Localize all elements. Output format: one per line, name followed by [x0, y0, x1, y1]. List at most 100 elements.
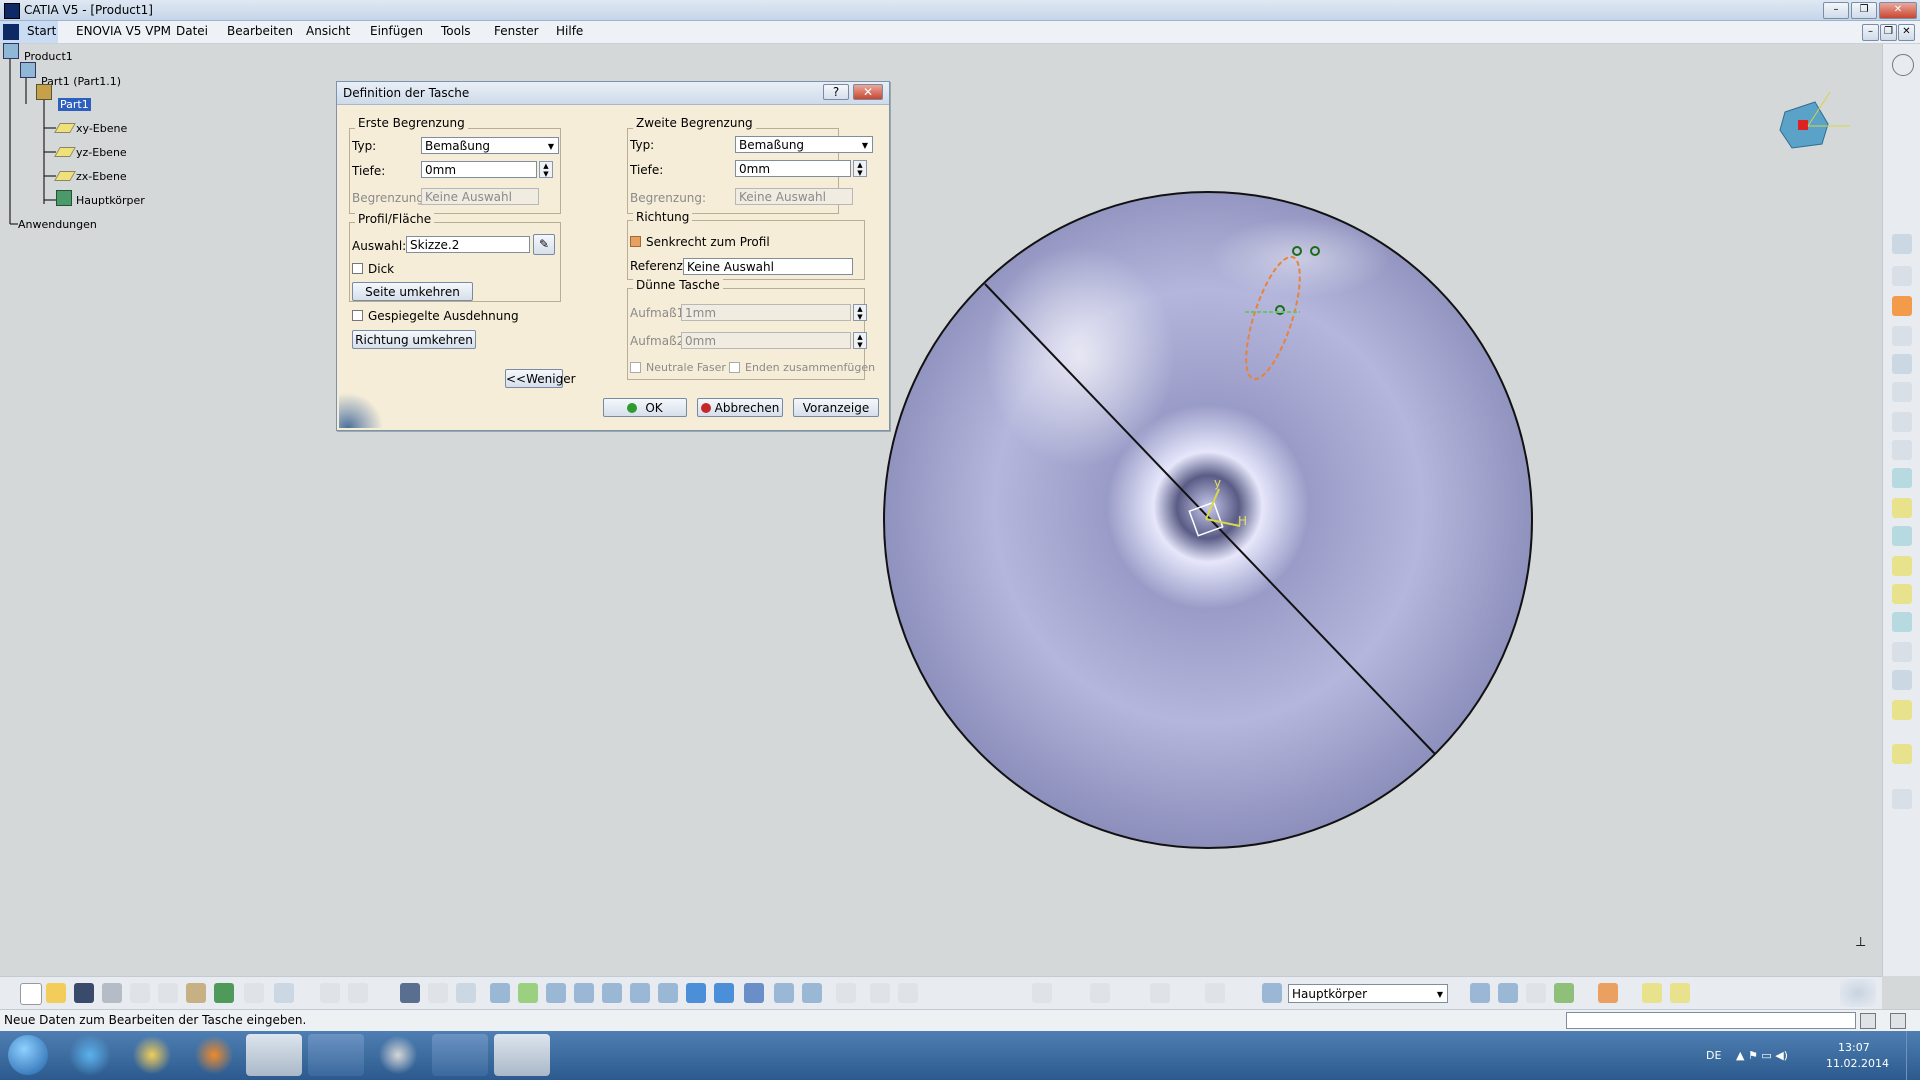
sketcher-icon[interactable] — [836, 983, 856, 1003]
language-indicator[interactable]: DE — [1706, 1049, 1721, 1062]
g-app-icon[interactable] — [246, 1034, 302, 1076]
pan-icon[interactable] — [546, 983, 566, 1003]
copy-icon[interactable] — [158, 983, 178, 1003]
menu-ansicht[interactable]: Ansicht — [306, 24, 350, 38]
catia-taskbar-icon[interactable] — [494, 1034, 550, 1076]
zoom-out-icon[interactable] — [630, 983, 650, 1003]
thickness2-input[interactable]: 0mm — [681, 332, 851, 349]
constraint-tool-icon[interactable] — [1892, 789, 1912, 809]
body-select[interactable]: Hauptkörper ▼ — [1288, 984, 1448, 1003]
translate-icon[interactable] — [1642, 983, 1662, 1003]
hide-show-icon[interactable] — [774, 983, 794, 1003]
analysis-icon[interactable] — [898, 983, 918, 1003]
first-limit-ref-input[interactable]: Keine Auswahl — [421, 188, 539, 205]
open-file-icon[interactable] — [46, 983, 66, 1003]
tree-item-part-instance[interactable]: Part1 (Part1.1) — [41, 75, 121, 88]
tree-item-plane-xy[interactable]: xy-Ebene — [76, 122, 127, 135]
second-limit-ref-input[interactable]: Keine Auswahl — [735, 188, 853, 205]
intersect-icon[interactable] — [1554, 983, 1574, 1003]
reverse-direction-button[interactable]: Richtung umkehren — [352, 330, 476, 349]
boolean-icon[interactable] — [1470, 983, 1490, 1003]
doc-close-button[interactable]: ✕ — [1898, 24, 1915, 41]
save-icon[interactable] — [74, 983, 94, 1003]
reverse-side-button[interactable]: Seite umkehren — [352, 282, 473, 301]
assemble-icon[interactable] — [1498, 983, 1518, 1003]
tree-item-part[interactable]: Part1 — [58, 98, 91, 111]
pad-tool-icon[interactable] — [1892, 266, 1912, 286]
thickness1-input[interactable]: 1mm — [681, 304, 851, 321]
gear-icon[interactable] — [1892, 54, 1914, 76]
shading-icon[interactable] — [744, 983, 764, 1003]
chamfer-tool-icon[interactable] — [1892, 556, 1912, 576]
zoom-in-icon[interactable] — [602, 983, 622, 1003]
draft-tool-icon[interactable] — [1892, 584, 1912, 604]
menu-datei[interactable]: Datei — [176, 24, 208, 38]
compass-icon[interactable] — [1779, 91, 1850, 149]
axis-system-icon[interactable] — [1150, 983, 1170, 1003]
tree-item-plane-zx[interactable]: zx-Ebene — [76, 170, 127, 183]
mirror-icon[interactable] — [1670, 983, 1690, 1003]
maximize-button[interactable]: ❐ — [1851, 2, 1877, 19]
close-button[interactable]: ✕ — [1879, 2, 1917, 19]
menu-bearbeiten[interactable]: Bearbeiten — [227, 24, 293, 38]
fit-all-icon[interactable] — [518, 983, 538, 1003]
thick-checkbox[interactable] — [352, 263, 363, 274]
reference-input[interactable]: Keine Auswahl — [683, 258, 853, 275]
menu-hilfe[interactable]: Hilfe — [556, 24, 583, 38]
first-type-select[interactable]: Bemaßung ▼ — [421, 137, 559, 154]
menu-tools[interactable]: Tools — [441, 24, 471, 38]
sketch-edit-button[interactable]: ✎ — [533, 234, 555, 255]
whats-this-icon[interactable] — [274, 983, 294, 1003]
cancel-button[interactable]: Abbrechen — [697, 398, 783, 417]
thickness-tool-icon[interactable] — [1892, 642, 1912, 662]
remove-icon[interactable] — [1526, 983, 1546, 1003]
first-depth-input[interactable]: 0mm — [421, 161, 537, 178]
merge-ends-checkbox[interactable] — [729, 362, 740, 373]
normal-to-profile-checkbox[interactable] — [630, 236, 641, 247]
doc-minimize-button[interactable]: – — [1862, 24, 1879, 41]
firefox-icon[interactable] — [308, 1034, 364, 1076]
command-input[interactable] — [1566, 1012, 1856, 1029]
first-depth-spinner[interactable]: ▲ ▼ — [539, 161, 553, 178]
thickness2-spinner[interactable]: ▲ ▼ — [853, 332, 867, 349]
constraint-icon[interactable] — [870, 983, 890, 1003]
sketch-tool-icon[interactable] — [1892, 234, 1912, 254]
second-type-select[interactable]: Bemaßung ▼ — [735, 136, 873, 153]
table-icon[interactable] — [400, 983, 420, 1003]
dialog-close-button[interactable]: ✕ — [853, 84, 883, 100]
show-desktop-button[interactable] — [1906, 1031, 1920, 1080]
preview-button[interactable]: Voranzeige — [793, 398, 879, 417]
hole-tool-icon[interactable] — [1892, 382, 1912, 402]
undo-icon[interactable] — [214, 983, 234, 1003]
body-icon[interactable] — [1262, 983, 1282, 1003]
dialog-help-button[interactable]: ? — [823, 84, 849, 100]
neutral-fiber-checkbox[interactable] — [630, 362, 641, 373]
multi-view-icon[interactable] — [686, 983, 706, 1003]
windows-start-button[interactable] — [8, 1035, 48, 1075]
redo-icon[interactable] — [244, 983, 264, 1003]
doc-restore-button[interactable]: ❐ — [1880, 24, 1897, 41]
media-player-icon[interactable] — [186, 1034, 242, 1076]
fly-mode-icon[interactable] — [490, 983, 510, 1003]
tree-item-plane-yz[interactable]: yz-Ebene — [76, 146, 127, 159]
tree-item-apps[interactable]: Anwendungen — [18, 218, 97, 231]
catalog-icon[interactable] — [428, 983, 448, 1003]
menu-einfuegen[interactable]: Einfügen — [370, 24, 423, 38]
thread-tool-icon[interactable] — [1892, 670, 1912, 690]
command-icon[interactable] — [1860, 1013, 1876, 1029]
second-depth-spinner[interactable]: ▲ ▼ — [853, 160, 867, 177]
profile-selection-input[interactable]: Skizze.2 — [406, 236, 530, 253]
tray-icons[interactable]: ▲ ⚑ ▭ ◀) — [1736, 1049, 1796, 1063]
fillet-tool-icon[interactable] — [1892, 526, 1912, 546]
paste-icon[interactable] — [186, 983, 206, 1003]
new-file-icon[interactable] — [20, 983, 42, 1005]
dvd-icon[interactable] — [370, 1034, 426, 1076]
explorer-folder-icon[interactable] — [124, 1034, 180, 1076]
control-panel-icon[interactable] — [432, 1034, 488, 1076]
tree-item-body[interactable]: Hauptkörper — [76, 194, 145, 207]
menu-enovia[interactable]: ENOVIA V5 VPM — [76, 24, 171, 38]
multi-section-tool-icon[interactable] — [1892, 498, 1912, 518]
update-icon[interactable] — [1090, 983, 1110, 1003]
thickness1-spinner[interactable]: ▲ ▼ — [853, 304, 867, 321]
rotate-icon[interactable] — [574, 983, 594, 1003]
